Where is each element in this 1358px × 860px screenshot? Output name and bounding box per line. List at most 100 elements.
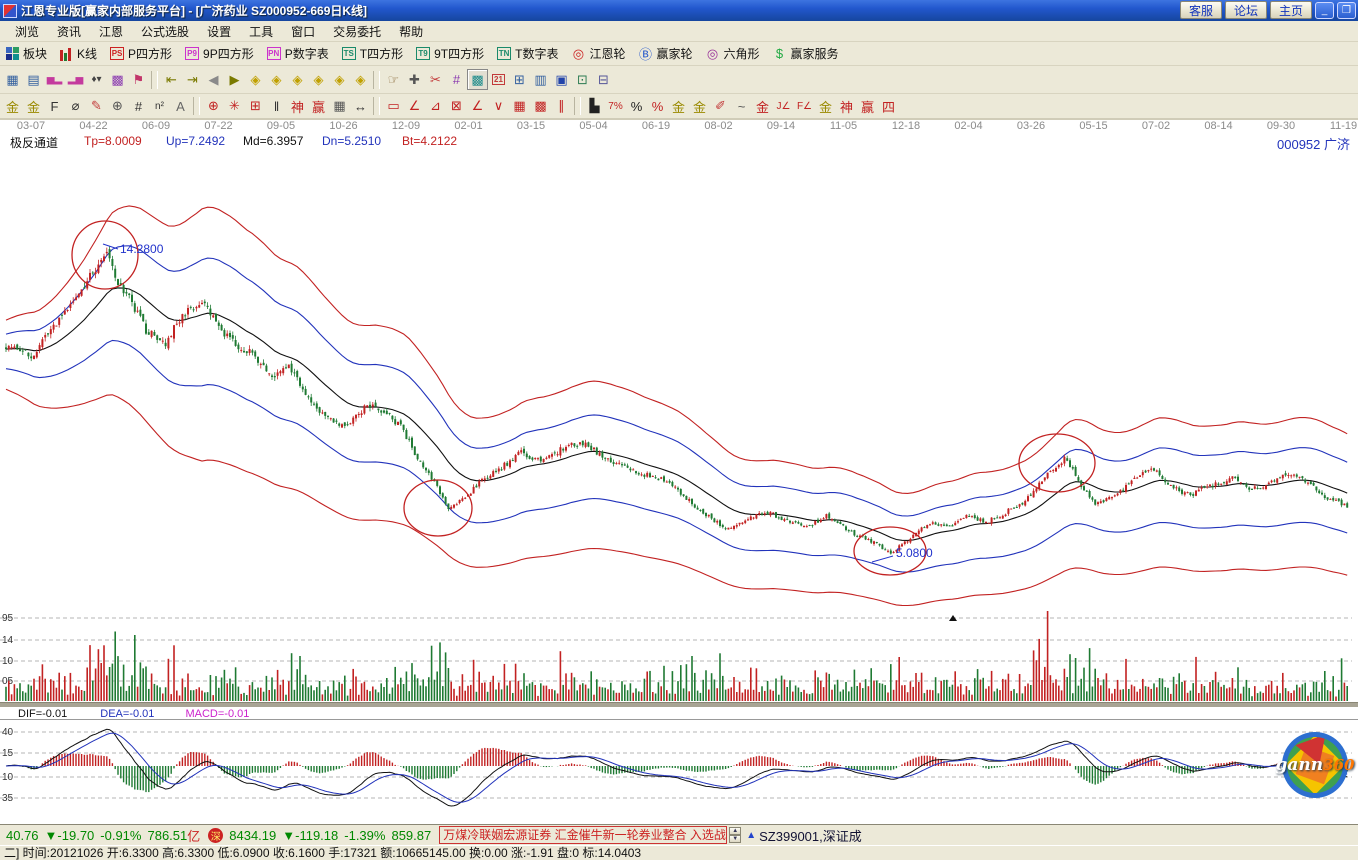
gann-right-icon[interactable]: ◈ xyxy=(266,69,287,90)
last-page-icon[interactable]: ⇥ xyxy=(182,69,203,90)
candle-style-icon[interactable]: ♦▾ xyxy=(86,69,107,90)
news-ticker[interactable]: 万煤冷联姻宏源证券 汇金催牛新一轮券业整合 入选战略性新兴产业 页岩气热浪再度来… xyxy=(439,826,727,844)
9p-square-button[interactable]: P99P四方形 xyxy=(185,45,254,62)
menu-settings[interactable]: 设置 xyxy=(198,21,240,42)
chart-p9-icon[interactable]: ▂▅ xyxy=(65,69,86,90)
texture-icon[interactable]: ▩ xyxy=(467,69,488,90)
angle-line-icon[interactable]: ∠ xyxy=(467,96,488,117)
menu-gann[interactable]: 江恩 xyxy=(90,21,132,42)
gann-wheel-button[interactable]: ◎江恩轮 xyxy=(571,45,625,62)
forum-button[interactable]: 论坛 xyxy=(1225,1,1267,19)
pct-red-icon[interactable]: % xyxy=(647,96,668,117)
menu-help[interactable]: 帮助 xyxy=(390,21,432,42)
sectors-button[interactable]: 板块 xyxy=(6,45,47,62)
shrink-v-icon[interactable]: ◈ xyxy=(350,69,371,90)
chart-p3-icon[interactable]: ▅▂ xyxy=(44,69,65,90)
fan-grid-icon[interactable]: ⊠ xyxy=(446,96,467,117)
four-angle-icon[interactable]: 四 xyxy=(878,96,899,117)
fan-rect-icon[interactable]: ⊿ xyxy=(425,96,446,117)
expand-v-icon[interactable]: ◈ xyxy=(329,69,350,90)
rect-tool-icon[interactable]: ▭ xyxy=(383,96,404,117)
gold-ratio2-icon[interactable]: 金 xyxy=(23,96,44,117)
vee-icon[interactable]: ∨ xyxy=(488,96,509,117)
menu-window[interactable]: 窗口 xyxy=(282,21,324,42)
winner-wheel-button[interactable]: Ⓑ赢家轮 xyxy=(638,44,692,63)
save-icon[interactable]: ▣ xyxy=(551,69,572,90)
p-table-button[interactable]: PNP数字表 xyxy=(267,45,329,62)
minimize-button[interactable]: _ xyxy=(1315,2,1334,19)
ying-angle-icon[interactable]: 赢 xyxy=(857,96,878,117)
gold-ratio-icon[interactable]: 金 xyxy=(2,96,23,117)
pct7-icon[interactable]: 7% xyxy=(605,96,626,117)
kline-chart-svg[interactable]: 9514100514.28005.0800 xyxy=(0,120,1358,702)
menu-news[interactable]: 资讯 xyxy=(48,21,90,42)
menu-browse[interactable]: 浏览 xyxy=(6,21,48,42)
shen-angle-icon[interactable]: 神 xyxy=(836,96,857,117)
gold-line-icon[interactable]: 金 xyxy=(689,96,710,117)
starburst-icon[interactable]: ✳ xyxy=(224,96,245,117)
fib-f-icon[interactable]: F xyxy=(44,96,65,117)
parallel-icon[interactable]: ∥ xyxy=(551,96,572,117)
target-icon[interactable]: ⊕ xyxy=(203,96,224,117)
kline-button[interactable]: K线 xyxy=(60,45,97,62)
auto-a-icon[interactable]: A xyxy=(170,96,191,117)
menu-tools[interactable]: 工具 xyxy=(240,21,282,42)
gold-red-icon[interactable]: 金 xyxy=(752,96,773,117)
winner-service-button[interactable]: $赢家服务 xyxy=(773,45,839,62)
board-icon[interactable]: ▦ xyxy=(2,69,23,90)
export-icon[interactable]: ⊡ xyxy=(572,69,593,90)
menu-formula-picker[interactable]: 公式选股 xyxy=(132,21,198,42)
shrink-h-icon[interactable]: ◈ xyxy=(308,69,329,90)
hist-tool-icon[interactable]: ▙ xyxy=(584,96,605,117)
gold-angle-icon[interactable]: 金 xyxy=(815,96,836,117)
crosshair-icon[interactable]: ✚ xyxy=(404,69,425,90)
magnet-grid-icon[interactable]: # xyxy=(446,69,467,90)
pen-icon[interactable]: ✎ xyxy=(86,96,107,117)
pct-icon[interactable]: % xyxy=(626,96,647,117)
maximize-button[interactable]: ❐ xyxy=(1337,2,1356,19)
spiral-icon[interactable]: ⌀ xyxy=(65,96,86,117)
hand-icon[interactable]: ☞ xyxy=(383,69,404,90)
calculator-icon[interactable]: ⊞ xyxy=(509,69,530,90)
t-square-button[interactable]: TST四方形 xyxy=(342,45,403,62)
notebook-icon[interactable]: ▥ xyxy=(530,69,551,90)
menu-trade[interactable]: 交易委托 xyxy=(324,21,390,42)
ticker-spinner[interactable]: ▲▼ xyxy=(729,827,741,843)
first-page-icon[interactable]: ⇤ xyxy=(161,69,182,90)
hspan-icon[interactable]: ↔ xyxy=(350,96,371,117)
gann-left-icon[interactable]: ◈ xyxy=(245,69,266,90)
color-flag-icon[interactable]: ⚑ xyxy=(128,69,149,90)
t-table-button[interactable]: TNT数字表 xyxy=(497,45,558,62)
fan-icon[interactable]: ∠ xyxy=(404,96,425,117)
n2-icon[interactable]: n² xyxy=(149,96,170,117)
pattern-box-icon[interactable]: ▩ xyxy=(107,69,128,90)
macd-panel[interactable]: 40151035 gann360 xyxy=(0,720,1358,824)
square-target-icon[interactable]: ⊞ xyxy=(245,96,266,117)
service-button[interactable]: 客服 xyxy=(1180,1,1222,19)
gann-box-icon[interactable]: ▦ xyxy=(509,96,530,117)
info-list-icon[interactable]: ▤ xyxy=(23,69,44,90)
9t-square-button[interactable]: T99T四方形 xyxy=(416,45,484,62)
f-angle-icon[interactable]: F∠ xyxy=(794,96,815,117)
calendar-icon[interactable]: 21 xyxy=(488,69,509,90)
flag-pen-icon[interactable]: ✐ xyxy=(710,96,731,117)
hexagon-button[interactable]: ◎六角形 xyxy=(705,45,759,62)
ruler123-icon[interactable]: ▦ xyxy=(329,96,350,117)
compass-icon[interactable]: ⊕ xyxy=(107,96,128,117)
macd-chart-svg[interactable]: 40151035 xyxy=(0,720,1358,824)
cut-icon[interactable]: ✂ xyxy=(425,69,446,90)
grid-hash-icon[interactable]: # xyxy=(128,96,149,117)
next-icon[interactable]: ▶ xyxy=(224,69,245,90)
gann-box2-icon[interactable]: ▩ xyxy=(530,96,551,117)
pillar-icon[interactable]: ‖ xyxy=(266,96,287,117)
transfer-icon[interactable]: ⊟ xyxy=(593,69,614,90)
shen-tool-icon[interactable]: 神 xyxy=(287,96,308,117)
gold-circle-icon[interactable]: 金 xyxy=(668,96,689,117)
prev-icon[interactable]: ◀ xyxy=(203,69,224,90)
home-button[interactable]: 主页 xyxy=(1270,1,1312,19)
expand-h-icon[interactable]: ◈ xyxy=(287,69,308,90)
j-angle-icon[interactable]: J∠ xyxy=(773,96,794,117)
wave-icon[interactable]: ~ xyxy=(731,96,752,117)
kline-panel[interactable]: 9514100514.28005.0800 03-0704-2206-0907-… xyxy=(0,120,1358,702)
ying-tool-icon[interactable]: 赢 xyxy=(308,96,329,117)
